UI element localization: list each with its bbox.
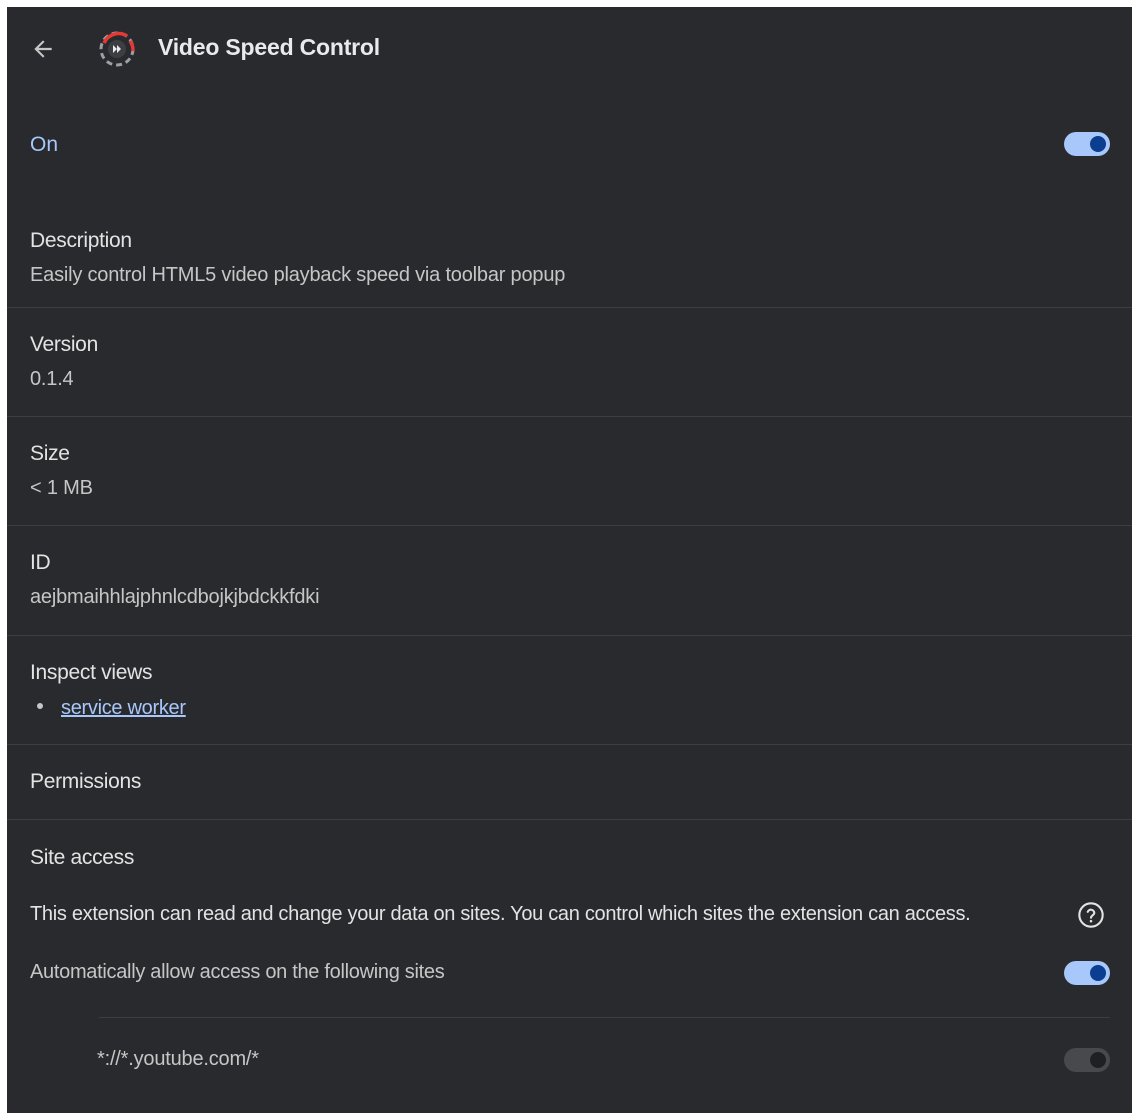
id-value: aejbmaihhlajphnlcdbojkjbdckkfdki <box>30 586 320 608</box>
site-access-description: This extension can read and change your … <box>30 903 971 925</box>
auto-allow-label: Automatically allow access on the follow… <box>30 961 445 983</box>
inspect-views-section: Inspect views service worker <box>7 635 1132 745</box>
auto-allow-toggle[interactable] <box>1064 961 1110 985</box>
extension-enable-row: On <box>7 107 1132 181</box>
header: Video Speed Control <box>7 7 1132 93</box>
permissions-label: Permissions <box>30 770 142 793</box>
back-button[interactable] <box>27 33 59 65</box>
toggle-knob <box>1090 965 1106 981</box>
toggle-knob <box>1090 136 1106 152</box>
description-label: Description <box>30 229 132 252</box>
site-pattern: *://*.youtube.com/* <box>97 1048 259 1070</box>
id-label: ID <box>30 551 51 574</box>
arrow-left-icon <box>34 40 52 58</box>
description-value: Easily control HTML5 video playback spee… <box>30 264 566 286</box>
divider <box>99 1017 1110 1018</box>
service-worker-link[interactable]: service worker <box>61 697 186 719</box>
description-section: Description Easily control HTML5 video p… <box>7 207 1132 308</box>
size-section: Size < 1 MB <box>7 416 1132 526</box>
site-access-label: Site access <box>30 846 135 869</box>
site-access-section: Site access This extension can read and … <box>7 819 1132 1113</box>
page-title: Video Speed Control <box>158 34 380 60</box>
help-circle-icon[interactable] <box>1077 901 1105 929</box>
on-status-label: On <box>30 133 59 156</box>
site-toggle-youtube[interactable] <box>1064 1048 1110 1072</box>
version-label: Version <box>30 333 98 356</box>
extension-details-panel: Video Speed Control On Description Easil… <box>7 7 1132 1113</box>
toggle-knob <box>1090 1052 1106 1068</box>
id-section: ID aejbmaihhlajphnlcdbojkjbdckkfdki <box>7 525 1132 636</box>
size-label: Size <box>30 442 70 465</box>
version-value: 0.1.4 <box>30 368 74 390</box>
list-item: service worker <box>37 697 186 720</box>
size-value: < 1 MB <box>30 477 93 499</box>
permissions-section: Permissions <box>7 744 1132 820</box>
version-section: Version 0.1.4 <box>7 307 1132 417</box>
bullet-icon <box>37 702 43 709</box>
inspect-views-label: Inspect views <box>30 661 153 684</box>
extension-logo-icon <box>99 31 135 67</box>
extension-enable-toggle[interactable] <box>1064 132 1110 156</box>
